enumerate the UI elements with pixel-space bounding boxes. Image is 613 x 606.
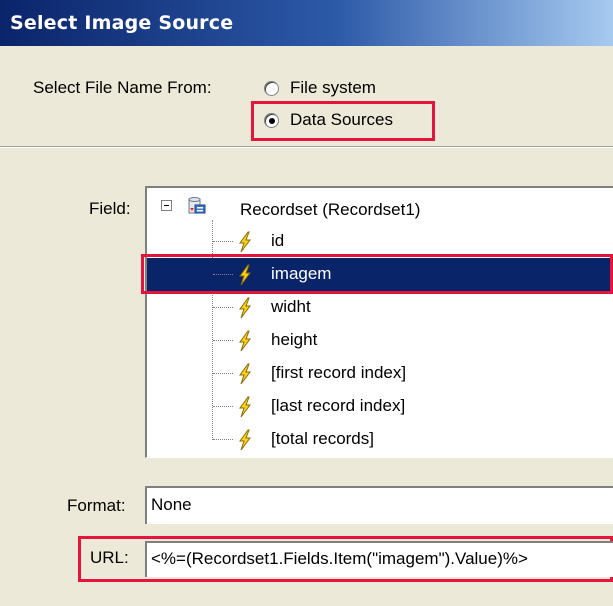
lightning-bolt-icon <box>239 231 251 253</box>
tree-item-first-record-index[interactable]: [first record index] <box>147 357 613 390</box>
tree-item-label: widht <box>271 297 311 316</box>
database-recordset-icon <box>188 197 206 214</box>
tree-item-last-record-index[interactable]: [last record index] <box>147 390 613 423</box>
url-input[interactable]: <%=(Recordset1.Fields.Item("imagem").Val… <box>145 541 613 577</box>
tree-item-label: height <box>271 330 318 349</box>
tree-item-label: id <box>271 231 285 250</box>
format-label: Format: <box>67 496 126 515</box>
collapse-toggle-icon[interactable] <box>161 200 172 211</box>
recordset-name[interactable]: Recordset (Recordset1) <box>240 199 420 221</box>
tree-connector <box>213 307 233 308</box>
tree-item-label: [total records] <box>271 429 374 448</box>
lightning-bolt-icon <box>239 363 251 385</box>
tree-connector <box>213 373 233 374</box>
radio-button-file-system[interactable] <box>264 81 279 96</box>
tree-item-label: [last record index] <box>271 396 406 415</box>
tree-item-label: [first record index] <box>271 363 407 382</box>
tree-connector <box>213 439 233 440</box>
format-select[interactable]: None <box>145 486 613 524</box>
tree-connector <box>213 340 233 341</box>
radio-label-file-system[interactable]: File system <box>290 78 376 98</box>
lightning-bolt-icon <box>239 396 251 418</box>
lightning-bolt-icon <box>239 429 251 451</box>
field-tree-list[interactable]: Recordset (Recordset1) id imagem widht h… <box>145 186 613 458</box>
lightning-bolt-icon <box>239 330 251 352</box>
dialog-title: Select Image Source <box>10 12 234 34</box>
dialog-title-bar: Select Image Source <box>0 0 613 46</box>
tree-connector <box>213 406 233 407</box>
tree-connector <box>213 241 233 242</box>
tree-item-widht[interactable]: widht <box>147 291 613 324</box>
radio-selected-dot <box>269 118 275 124</box>
radio-label-data-sources[interactable]: Data Sources <box>290 110 393 130</box>
tree-item-total-records[interactable]: [total records] <box>147 423 613 456</box>
field-label: Field: <box>89 199 131 218</box>
lightning-bolt-icon <box>239 297 251 319</box>
separator-line-highlight <box>0 147 613 148</box>
radio-button-data-sources[interactable] <box>264 113 279 128</box>
select-file-name-label: Select File Name From: <box>33 78 212 97</box>
url-label: URL: <box>90 548 129 567</box>
tree-item-height[interactable]: height <box>147 324 613 357</box>
selected-field-highlight <box>141 254 613 294</box>
